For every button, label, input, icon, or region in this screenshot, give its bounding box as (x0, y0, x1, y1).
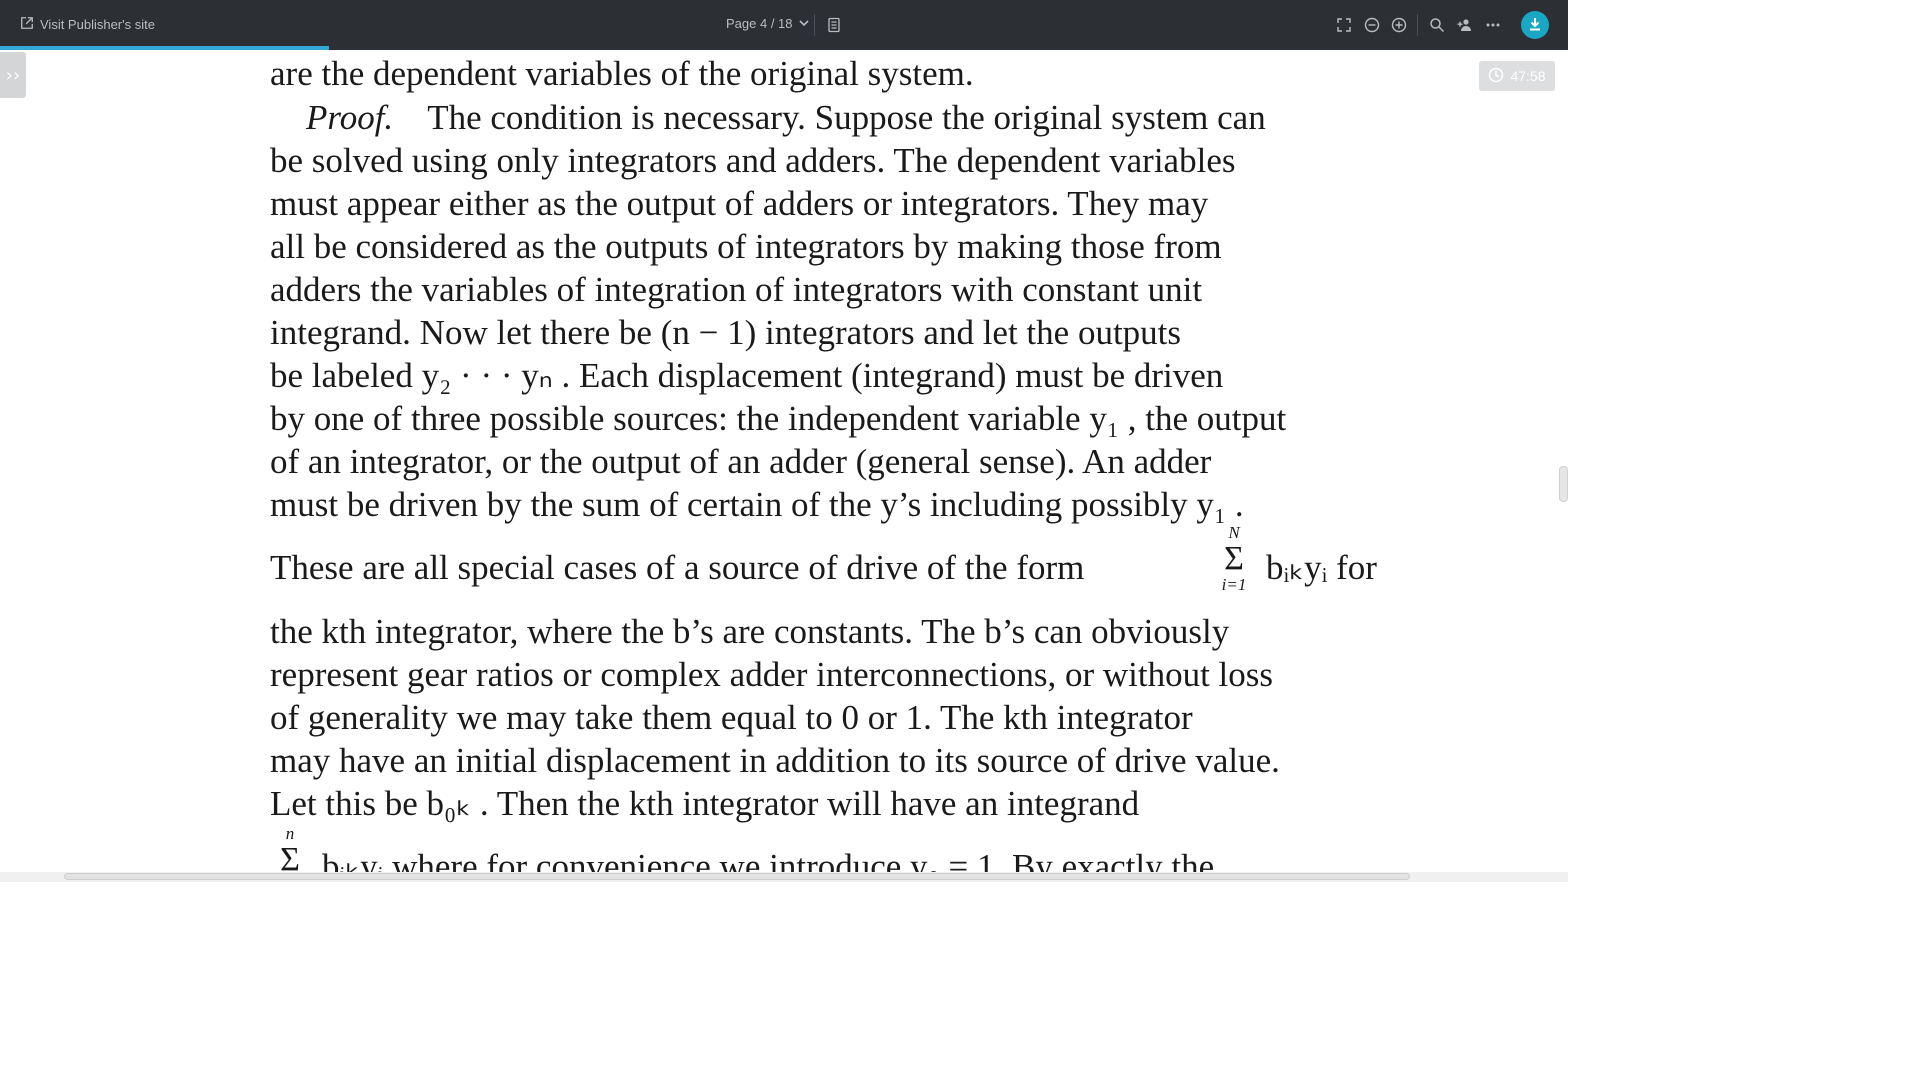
clock-icon (1488, 67, 1504, 86)
add-user-icon[interactable] (1455, 15, 1475, 35)
text-line: must be driven by the sum of certain of … (270, 485, 1244, 524)
text-line: Proof. The condition is necessary. Suppo… (270, 96, 1392, 140)
text-line: all be considered as the outputs of inte… (270, 227, 1222, 266)
text-line: be labeled y₂ · · · yₙ . Each displaceme… (270, 356, 1224, 395)
text-line: Let this be b₀ₖ . Then the kth integrato… (270, 784, 1140, 823)
summation-symbol: n Σ (280, 824, 300, 873)
proof-label: Proof. (306, 98, 394, 137)
external-link-icon (20, 16, 34, 33)
fullscreen-icon[interactable] (1334, 15, 1354, 35)
reading-timer-badge: 47:58 (1479, 61, 1555, 91)
zoom-out-icon[interactable] (1362, 15, 1382, 35)
document-viewport[interactable]: are the dependent variables of the origi… (0, 50, 1568, 872)
text-line: the kth integrator, where the b’s are co… (270, 612, 1230, 651)
document-icon[interactable] (824, 15, 844, 35)
vertical-scrollbar-thumb[interactable] (1559, 466, 1568, 502)
chevron-down-icon (798, 16, 809, 31)
text-line: be solved using only integrators and add… (270, 141, 1236, 180)
text-line: by one of three possible sources: the in… (270, 399, 1287, 438)
text-line: are the dependent variables of the origi… (270, 54, 974, 93)
page-indicator: Page 4 / 18 (726, 16, 793, 31)
text-line: adders the variables of integration of i… (270, 270, 1203, 309)
summation-symbol: N Σ i=1 (1221, 523, 1247, 594)
horizontal-scrollbar-thumb[interactable] (64, 873, 1410, 880)
visit-publisher-link[interactable]: Visit Publisher's site (20, 16, 155, 33)
summation-line: These are all special cases of a source … (270, 523, 1377, 594)
download-icon (1528, 17, 1542, 34)
sidebar-toggle-button[interactable]: ›› (0, 52, 26, 98)
visit-publisher-label: Visit Publisher's site (40, 17, 155, 32)
text-line: represent gear ratios or complex adder i… (270, 655, 1274, 694)
search-icon[interactable] (1427, 15, 1447, 35)
page-selector[interactable]: Page 4 / 18 (726, 16, 809, 31)
toolbar-divider (814, 14, 815, 36)
more-icon[interactable] (1483, 15, 1503, 35)
zoom-in-icon[interactable] (1389, 15, 1409, 35)
text-line: may have an initial displacement in addi… (270, 741, 1280, 780)
text-line: must appear either as the output of adde… (270, 184, 1209, 223)
text-line: integrand. Now let there be (n − 1) inte… (270, 313, 1182, 352)
summation-line: n Σ bᵢₖyᵢ where for convenience we intro… (270, 824, 1392, 873)
timer-value: 47:58 (1510, 68, 1546, 84)
toolbar-divider (1417, 14, 1418, 36)
horizontal-scrollbar[interactable] (0, 872, 1568, 882)
viewer-toolbar: Visit Publisher's site Page 4 / 18 (0, 0, 1568, 50)
download-button[interactable] (1521, 11, 1549, 39)
text-line: of generality we may take them equal to … (270, 698, 1193, 737)
text-line: of an integrator, or the output of an ad… (270, 442, 1212, 481)
